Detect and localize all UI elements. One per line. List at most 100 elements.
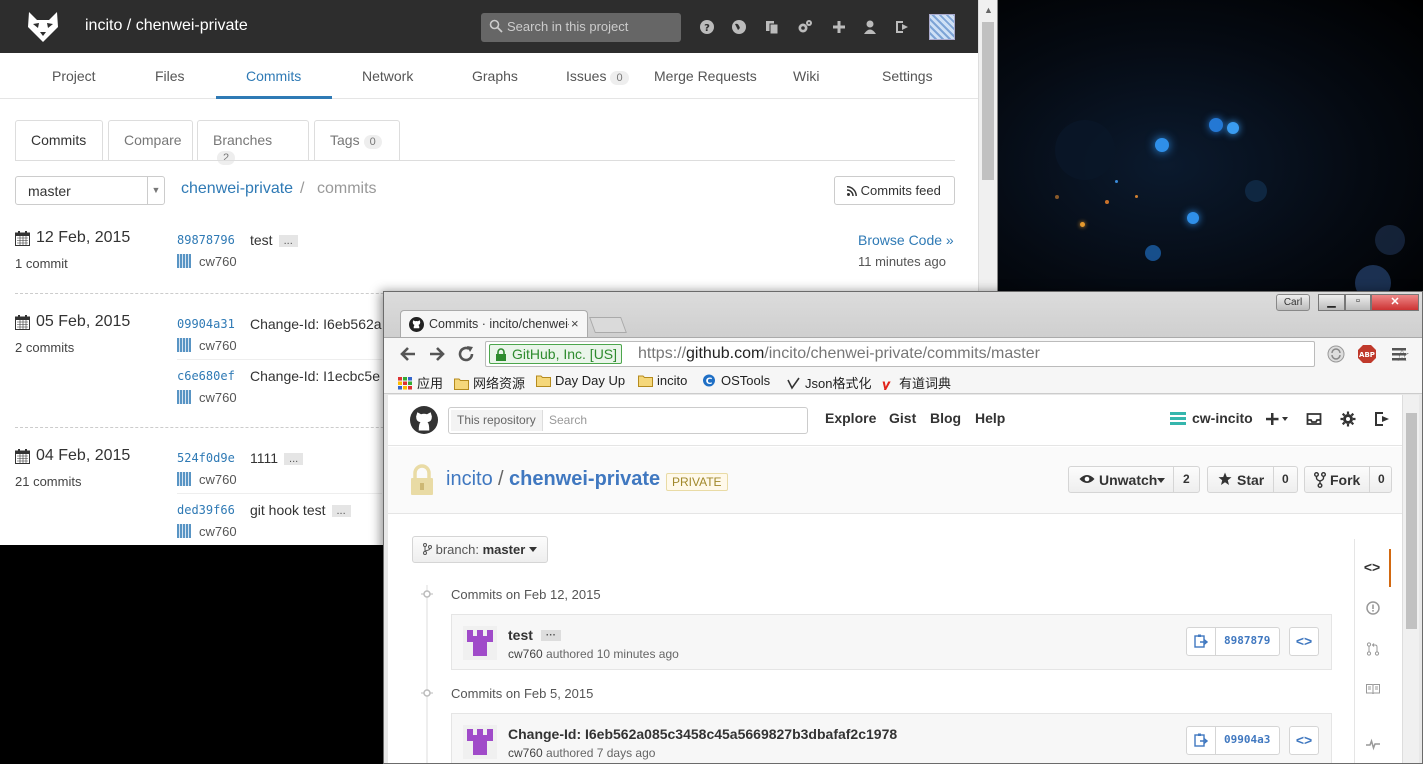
expand-message-button[interactable]: ··· — [540, 630, 561, 641]
sync-extension-icon[interactable] — [1326, 344, 1346, 364]
profile-button[interactable]: Carl — [1276, 294, 1310, 311]
bookmark-youdao[interactable]: y 有道词典 — [880, 373, 951, 392]
forks-count[interactable]: 0 — [1378, 472, 1385, 486]
commit-message[interactable]: git hook test... — [250, 502, 351, 518]
commit-author[interactable]: cw760 — [199, 524, 237, 539]
user-avatar[interactable] — [929, 14, 955, 40]
nav-project[interactable]: Project — [52, 68, 96, 84]
commit-author[interactable]: cw760 — [508, 647, 543, 661]
bookmark-folder[interactable]: Day Day Up — [536, 373, 625, 388]
snippets-icon[interactable] — [764, 19, 780, 35]
nav-network[interactable]: Network — [362, 68, 413, 84]
unwatch-button[interactable]: Unwatch 2 — [1068, 466, 1200, 493]
browse-code-link[interactable]: Browse Code » — [858, 232, 954, 248]
commit-title[interactable]: test ··· — [508, 627, 561, 643]
scroll-up-arrow-icon[interactable]: ▲ — [984, 5, 993, 15]
browser-tab[interactable]: Commits · incito/chenwei-private × — [400, 310, 588, 338]
side-nav-wiki-icon[interactable] — [1366, 682, 1380, 696]
watchers-count[interactable]: 2 — [1183, 472, 1190, 486]
commit-sha-link[interactable]: ded39f66 — [177, 503, 235, 517]
commit-title[interactable]: Change-Id: I6eb562a085c3458c45a5669827b3… — [508, 726, 897, 742]
bookmark-folder[interactable]: incito — [638, 373, 687, 388]
nav-wiki[interactable]: Wiki — [793, 68, 819, 84]
side-nav-pull-requests-icon[interactable] — [1366, 642, 1380, 656]
commit-sha-link[interactable]: 8987879 — [1224, 634, 1270, 647]
commit-sha-link[interactable]: 09904a3 — [1224, 733, 1270, 746]
minimize-icon[interactable]: ▁ — [1318, 294, 1345, 311]
star-button[interactable]: Star 0 — [1207, 466, 1298, 493]
new-tab-button[interactable] — [589, 317, 627, 333]
expand-message-button[interactable]: ... — [278, 235, 298, 247]
breadcrumb-repo[interactable]: chenwei-private — [181, 180, 293, 198]
side-nav-pulse-icon[interactable] — [1366, 737, 1380, 751]
fork-button[interactable]: Fork 0 — [1304, 466, 1392, 493]
nav-commits[interactable]: Commits — [246, 68, 301, 84]
forward-arrow-icon[interactable] — [427, 344, 447, 364]
nav-gist[interactable]: Gist — [889, 410, 916, 426]
nav-settings[interactable]: Settings — [882, 68, 933, 84]
project-title[interactable]: incito / chenwei-private — [85, 17, 248, 35]
maximize-icon[interactable]: ▫ — [1345, 294, 1371, 311]
close-window-icon[interactable]: ✕ — [1371, 294, 1419, 311]
ev-certificate-badge[interactable]: GitHub, Inc. [US] — [489, 344, 623, 364]
nav-explore[interactable]: Explore — [825, 410, 876, 426]
copy-sha-button[interactable] — [1187, 727, 1216, 754]
help-icon[interactable]: ? — [699, 19, 715, 35]
scrollbar-thumb[interactable] — [1406, 413, 1417, 629]
stargazers-count[interactable]: 0 — [1282, 472, 1289, 486]
back-arrow-icon[interactable] — [398, 344, 418, 364]
commit-sha-link[interactable]: 09904a31 — [177, 317, 235, 331]
create-new-plus-icon[interactable] — [1266, 411, 1290, 427]
chrome-menu-icon[interactable] — [1389, 344, 1409, 364]
repo-name-link[interactable]: chenwei-private — [509, 468, 660, 491]
nav-graphs[interactable]: Graphs — [472, 68, 518, 84]
commit-author[interactable]: cw760 — [508, 746, 543, 760]
settings-gear-icon[interactable] — [1340, 411, 1356, 427]
bookmark-json[interactable]: Json格式化 — [786, 373, 871, 392]
branch-select[interactable]: branch: master — [412, 536, 548, 563]
side-nav-issues-icon[interactable] — [1366, 601, 1380, 615]
browser-scrollbar[interactable] — [1402, 395, 1419, 763]
expand-message-button[interactable]: ... — [331, 505, 351, 517]
repo-owner-link[interactable]: incito — [446, 468, 493, 491]
author-avatar[interactable] — [463, 725, 497, 759]
tab-branches[interactable]: Branches 2 — [197, 120, 309, 165]
browse-code-button[interactable]: <> — [1289, 627, 1319, 656]
branch-select[interactable]: master ▼ — [15, 176, 165, 205]
commit-author[interactable]: cw760 — [199, 254, 237, 269]
bookmark-ostools[interactable]: C OSTools — [702, 373, 770, 388]
commit-message[interactable]: 1111... — [250, 450, 304, 466]
github-octocat-logo-icon[interactable] — [410, 406, 438, 434]
commit-sha-link[interactable]: c6e680ef — [177, 369, 235, 383]
tab-compare[interactable]: Compare — [108, 120, 193, 161]
commit-author[interactable]: cw760 — [199, 338, 237, 353]
author-avatar[interactable] — [463, 626, 497, 660]
commit-author[interactable]: cw760 — [199, 472, 237, 487]
tab-commits[interactable]: Commits — [15, 120, 103, 161]
close-tab-icon[interactable]: × — [571, 316, 579, 331]
inbox-icon[interactable] — [1306, 411, 1322, 427]
bookmark-apps[interactable]: 应用 — [398, 373, 443, 392]
reload-icon[interactable] — [456, 344, 476, 364]
scrollbar-thumb[interactable] — [982, 22, 994, 180]
new-project-plus-icon[interactable] — [831, 19, 847, 35]
user-profile-link[interactable]: cw-incito — [1170, 410, 1253, 426]
logout-icon[interactable] — [894, 19, 910, 35]
nav-blog[interactable]: Blog — [930, 410, 961, 426]
bookmark-folder[interactable]: 网络资源 — [454, 373, 525, 392]
adblock-plus-icon[interactable]: ABP — [1357, 344, 1377, 364]
profile-icon[interactable] — [862, 19, 878, 35]
admin-gears-icon[interactable] — [797, 19, 813, 35]
nav-help[interactable]: Help — [975, 410, 1005, 426]
commit-author[interactable]: cw760 — [199, 390, 237, 405]
commit-message[interactable]: test... — [250, 232, 298, 248]
gitlab-fox-logo-icon[interactable] — [26, 11, 60, 43]
expand-message-button[interactable]: ... — [284, 453, 304, 465]
sign-out-icon[interactable] — [1374, 411, 1390, 427]
search-input[interactable]: Search in this project — [481, 13, 681, 42]
nav-merge-requests[interactable]: Merge Requests — [654, 68, 757, 84]
commit-message[interactable]: Change-Id: I1ecbc5e — [250, 368, 380, 384]
commit-message[interactable]: Change-Id: I6eb562a — [250, 316, 382, 332]
nav-issues[interactable]: Issues 0 — [566, 68, 629, 85]
commit-sha-link[interactable]: 524f0d9e — [177, 451, 235, 465]
